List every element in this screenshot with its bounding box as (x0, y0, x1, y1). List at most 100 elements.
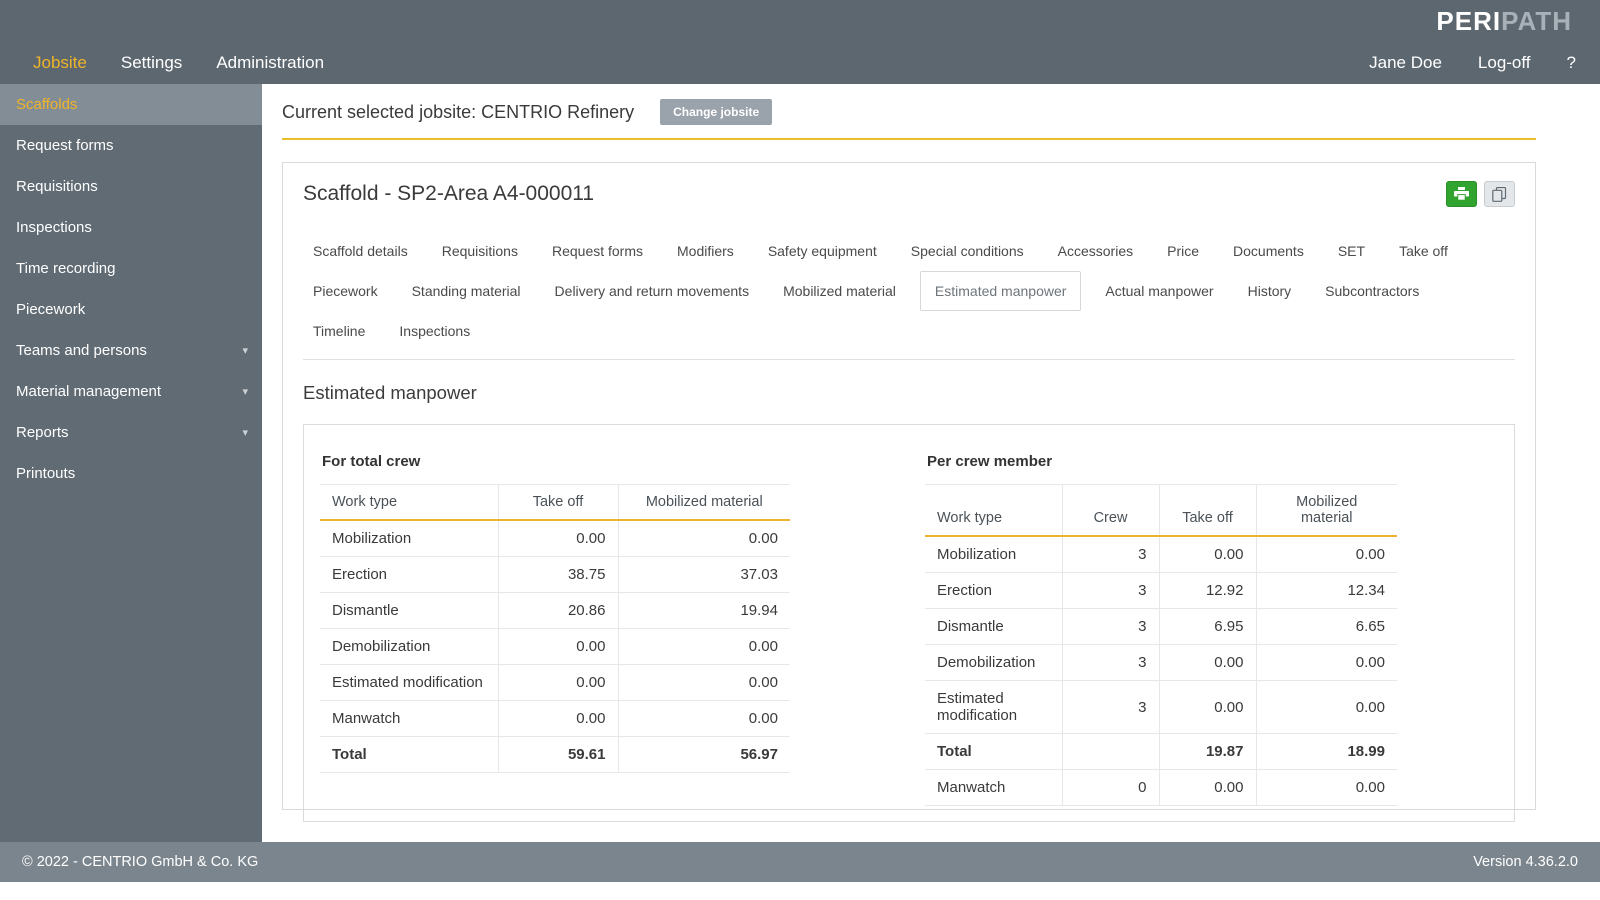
value-cell: 0.00 (498, 665, 618, 701)
table-row-estimated-modification: Estimated modification30.000.00 (925, 681, 1397, 734)
value-cell: 0 (1062, 770, 1159, 806)
tab-documents[interactable]: Documents (1223, 231, 1314, 271)
work-type-cell: Mobilization (320, 520, 498, 557)
work-type-cell: Manwatch (925, 770, 1062, 806)
scaffold-tabs: Scaffold details Requisitions Request form… (303, 231, 1498, 351)
tab-take-off[interactable]: Take off (1389, 231, 1458, 271)
tab-mobilized-material[interactable]: Mobilized material (773, 271, 906, 311)
scaffold-actions (1446, 181, 1515, 207)
table-row-total: Total59.6156.97 (320, 737, 790, 773)
tab-scaffold-details[interactable]: Scaffold details (303, 231, 418, 271)
table-row-manwatch: Manwatch00.000.00 (925, 770, 1397, 806)
tab-special-conditions[interactable]: Special conditions (901, 231, 1034, 271)
user-name[interactable]: Jane Doe (1369, 53, 1442, 73)
sidebar-item-time-recording[interactable]: Time recording (0, 248, 262, 289)
tab-piecework[interactable]: Piecework (303, 271, 388, 311)
sidebar-item-piecework[interactable]: Piecework (0, 289, 262, 330)
sidebar-item-label: Printouts (16, 465, 75, 482)
sidebar-item-reports[interactable]: Reports▾ (0, 412, 262, 453)
sidebar-item-requisitions[interactable]: Requisitions (0, 166, 262, 207)
nav-item-jobsite[interactable]: Jobsite (16, 42, 104, 84)
tab-requisitions[interactable]: Requisitions (432, 231, 528, 271)
sidebar-item-printouts[interactable]: Printouts (0, 453, 262, 494)
nav-item-settings[interactable]: Settings (104, 42, 199, 84)
value-cell: 0.00 (1159, 681, 1256, 734)
value-cell: 0.00 (498, 629, 618, 665)
value-cell: 0.00 (618, 520, 790, 557)
logoff-link[interactable]: Log-off (1478, 53, 1531, 73)
value-cell: 0.00 (618, 701, 790, 737)
tab-estimated-manpower[interactable]: Estimated manpower (920, 271, 1082, 311)
help-icon[interactable]: ? (1567, 53, 1576, 73)
content-area: Current selected jobsite: CENTRIO Refine… (262, 84, 1600, 842)
sidebar-item-request-forms[interactable]: Request forms (0, 125, 262, 166)
value-cell: 12.34 (1256, 573, 1397, 609)
value-cell: 12.92 (1159, 573, 1256, 609)
table-row-estimated-modification: Estimated modification0.000.00 (320, 665, 790, 701)
work-type-cell: Demobilization (925, 645, 1062, 681)
main-nav-bar: JobsiteSettingsAdministration Jane Doe L… (0, 42, 1600, 84)
sidebar-item-label: Time recording (16, 260, 115, 277)
value-cell: 6.95 (1159, 609, 1256, 645)
total-crew-title: For total crew (322, 453, 790, 470)
value-cell: 3 (1062, 573, 1159, 609)
value-cell: 0.00 (1256, 681, 1397, 734)
sidebar-item-inspections[interactable]: Inspections (0, 207, 262, 248)
print-button[interactable] (1446, 181, 1477, 207)
tab-set[interactable]: SET (1328, 231, 1375, 271)
value-cell (1062, 734, 1159, 770)
table-row-erection: Erection38.7537.03 (320, 557, 790, 593)
value-cell: 6.65 (1256, 609, 1397, 645)
column-header-work-type: Work type (925, 485, 1062, 537)
brand-path: PATH (1501, 6, 1572, 36)
per-crew-block: Per crew member Work typeCrewTake offMob… (925, 453, 1397, 821)
table-header-row: Work typeTake offMobilized material (320, 485, 790, 521)
tab-history[interactable]: History (1238, 271, 1302, 311)
column-header-mobilized-material: Mobilized material (618, 485, 790, 521)
nav-item-administration[interactable]: Administration (199, 42, 341, 84)
tab-subcontractors[interactable]: Subcontractors (1315, 271, 1429, 311)
tab-request-forms[interactable]: Request forms (542, 231, 653, 271)
sidebar-item-label: Inspections (16, 219, 92, 236)
change-jobsite-button[interactable]: Change jobsite (660, 99, 772, 125)
table-row-dismantle: Dismantle20.8619.94 (320, 593, 790, 629)
table-row-erection: Erection312.9212.34 (925, 573, 1397, 609)
tab-modifiers[interactable]: Modifiers (667, 231, 744, 271)
value-cell: 19.94 (618, 593, 790, 629)
column-header-take-off: Take off (498, 485, 618, 521)
app-window: PERIPATH JobsiteSettingsAdministration J… (0, 0, 1600, 882)
chevron-down-icon: ▾ (242, 385, 248, 398)
table-row-mobilization: Mobilization30.000.00 (925, 536, 1397, 573)
tab-price[interactable]: Price (1157, 231, 1209, 271)
scaffold-card: Scaffold - SP2-Area A4-000011 (282, 162, 1536, 810)
sidebar-item-material-management[interactable]: Material management▾ (0, 371, 262, 412)
table-row-total: Total19.8718.99 (925, 734, 1397, 770)
tab-actual-manpower[interactable]: Actual manpower (1095, 271, 1223, 311)
tab-timeline[interactable]: Timeline (303, 311, 375, 351)
sidebar-item-scaffolds[interactable]: Scaffolds (0, 84, 262, 125)
table-row-mobilization: Mobilization0.000.00 (320, 520, 790, 557)
copy-button[interactable] (1484, 181, 1515, 207)
table-row-demobilization: Demobilization0.000.00 (320, 629, 790, 665)
scaffold-title: Scaffold - SP2-Area A4-000011 (303, 182, 594, 206)
sidebar-item-label: Teams and persons (16, 342, 147, 359)
work-type-cell: Dismantle (925, 609, 1062, 645)
main-area: Scaffolds Request forms Requisitions Inspec… (0, 84, 1600, 842)
value-cell: 0.00 (498, 701, 618, 737)
value-cell: 0.00 (618, 665, 790, 701)
copy-icon (1492, 187, 1507, 202)
tab-inspections[interactable]: Inspections (389, 311, 480, 351)
value-cell: 0.00 (1256, 536, 1397, 573)
tab-standing-material[interactable]: Standing material (402, 271, 531, 311)
work-type-cell: Total (925, 734, 1062, 770)
work-type-cell: Demobilization (320, 629, 498, 665)
value-cell: 0.00 (498, 520, 618, 557)
sidebar-item-label: Request forms (16, 137, 114, 154)
table-header-row: Work typeCrewTake offMobilized material (925, 485, 1397, 537)
tab-safety-equipment[interactable]: Safety equipment (758, 231, 887, 271)
tab-delivery-and-return-movements[interactable]: Delivery and return movements (545, 271, 760, 311)
chevron-down-icon: ▾ (242, 426, 248, 439)
sidebar-item-teams-and-persons[interactable]: Teams and persons▾ (0, 330, 262, 371)
tab-accessories[interactable]: Accessories (1048, 231, 1143, 271)
total-crew-table: Work typeTake offMobilized material Mobi… (320, 484, 790, 773)
